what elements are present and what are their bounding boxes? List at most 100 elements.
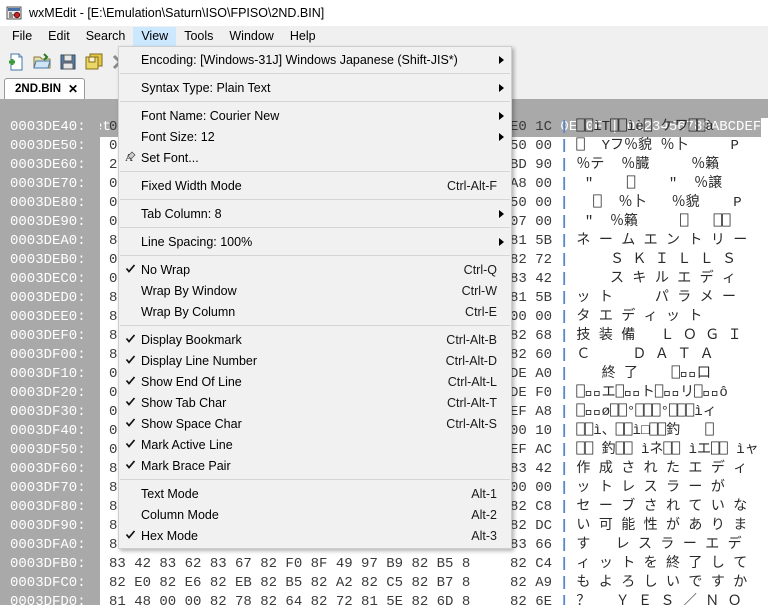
menu-item-encoding-windows-31j-windows-japanese-shift-jis[interactable]: Encoding: [Windows-31J] Windows Japanese…: [119, 49, 511, 70]
menubar-item-window[interactable]: Window: [221, 27, 281, 46]
hex-row-bytes: 81 48 00 00 82 78 82 64 82 72 81 5E 82 6…: [109, 594, 471, 605]
save-all-icon[interactable]: [81, 49, 107, 75]
open-file-icon[interactable]: [29, 49, 55, 75]
tab-2nd-bin[interactable]: 2ND.BIN ✕: [4, 78, 86, 99]
menu-item-show-tab-char[interactable]: Show Tab Char Ctrl-Alt-T: [119, 392, 511, 413]
hex-row-ascii: ⎕ ％卜 ％貌 P: [576, 195, 742, 211]
tab-close-icon[interactable]: ✕: [68, 82, 78, 96]
menubar-item-search[interactable]: Search: [78, 27, 134, 46]
menubar-item-edit[interactable]: Edit: [40, 27, 78, 46]
menu-item-label: Display Bookmark: [141, 332, 242, 347]
hex-row-ascii: ⎕⎕゚ø⎕⎕°⎕⎕⎕°⎕⎕⎕ìィ: [576, 404, 717, 420]
hex-row-ascii: Ｓ Ｋ Ｉ Ｌ Ｌ Ｓ: [576, 252, 737, 268]
menu-item-fixed-width-mode[interactable]: Fixed Width Mode Ctrl-Alt-F: [119, 175, 511, 196]
menu-item-show-end-of-line[interactable]: Show End Of Line Ctrl-Alt-L: [119, 371, 511, 392]
menu-item-line-spacing-100[interactable]: Line Spacing: 100%: [119, 231, 511, 252]
hex-row-bytes-tail: EF A8: [510, 404, 553, 420]
save-file-icon[interactable]: [55, 49, 81, 75]
menu-item-font-size-12[interactable]: Font Size: 12: [119, 126, 511, 147]
hex-row-ascii: ⎕⎕ 釣⎕⎕ ìネ⎕⎕ ìエ⎕⎕ ìャ: [576, 442, 759, 458]
menu-item-shortcut: Ctrl-Alt-S: [446, 416, 497, 431]
hex-row-bytes-tail: 82 6E: [510, 594, 553, 605]
menu-item-display-line-number[interactable]: Display Line Number Ctrl-Alt-D: [119, 350, 511, 371]
hex-row-bytes-tail: 82 C8: [510, 499, 553, 515]
view-dropdown-menu[interactable]: Encoding: [Windows-31J] Windows Japanese…: [118, 46, 512, 549]
menu-item-label: Column Mode: [141, 507, 219, 522]
menu-item-font-name-courier-new[interactable]: Font Name: Courier New: [119, 105, 511, 126]
hex-row[interactable]: 0003DFC0: 82 E0 82 E6 82 EB 82 B5 82 A2 8…: [0, 574, 768, 593]
menu-item-label: Syntax Type: Plain Text: [141, 80, 271, 95]
menu-item-label: Hex Mode: [141, 528, 198, 543]
menubar-item-help[interactable]: Help: [282, 27, 324, 46]
hex-row-separator: |: [560, 347, 569, 363]
hex-row-ascii: ？ Ｙ Ｅ Ｓ ／ Ｎ Ｏ: [576, 594, 742, 605]
hex-row-separator: |: [560, 385, 569, 401]
hex-row-offset: 0003DE40:: [0, 118, 100, 137]
hex-row-bytes-tail: 50 00: [510, 138, 553, 154]
menu-item-label: Mark Brace Pair: [141, 458, 231, 473]
menu-item-show-space-char[interactable]: Show Space Char Ctrl-Alt-S: [119, 413, 511, 434]
menubar-item-view[interactable]: View: [133, 27, 177, 46]
hex-row-separator: |: [560, 271, 569, 287]
menu-item-shortcut: Ctrl-Q: [463, 262, 497, 277]
wxmedit-window: wxMEdit - [E:\Emulation\Saturn\ISO\FPISO…: [0, 0, 768, 605]
new-file-icon[interactable]: [3, 49, 29, 75]
menu-separator: [120, 73, 510, 74]
hex-row-offset: 0003DF90:: [0, 517, 100, 536]
hex-row[interactable]: 0003DFD0: 81 48 00 00 82 78 82 64 82 72 8…: [0, 593, 768, 605]
menu-item-wrap-by-window[interactable]: Wrap By Window Ctrl-W: [119, 280, 511, 301]
menu-item-shortcut: Ctrl-Alt-F: [447, 178, 497, 193]
menu-separator: [120, 325, 510, 326]
menubar-item-tools[interactable]: Tools: [176, 27, 221, 46]
menu-item-text-mode[interactable]: Text Mode Alt-1: [119, 483, 511, 504]
menu-item-label: No Wrap: [141, 262, 191, 277]
hex-row-bytes-tail: 81 5B: [510, 233, 553, 249]
hex-row-separator: |: [560, 309, 569, 325]
menu-item-shortcut: Alt-2: [471, 507, 497, 522]
menu-item-label: Font Name: Courier New: [141, 108, 280, 123]
menu-item-hex-mode[interactable]: Hex Mode Alt-3: [119, 525, 511, 546]
menu-item-wrap-by-column[interactable]: Wrap By Column Ctrl-E: [119, 301, 511, 322]
hex-row[interactable]: 0003DFB0: 83 42 83 62 83 67 82 F0 8F 49 9…: [0, 555, 768, 574]
chevron-right-icon: [499, 83, 504, 92]
hex-row-separator: |: [560, 233, 569, 249]
hex-row-offset: 0003DFC0:: [0, 574, 100, 593]
menu-item-label: Show Tab Char: [141, 395, 227, 410]
hex-row-bytes-tail: 83 42: [510, 461, 553, 477]
menu-item-set-font[interactable]: A Set Font...: [119, 147, 511, 168]
menu-item-shortcut: Ctrl-Alt-B: [446, 332, 497, 347]
menu-item-tab-column-8[interactable]: Tab Column: 8: [119, 203, 511, 224]
hex-row-offset: 0003DEF0:: [0, 327, 100, 346]
hex-row-separator: |: [560, 423, 569, 439]
menu-separator: [120, 171, 510, 172]
menu-separator: [120, 227, 510, 228]
hex-row-offset: 0003DF70:: [0, 479, 100, 498]
menu-item-display-bookmark[interactable]: Display Bookmark Ctrl-Alt-B: [119, 329, 511, 350]
hex-row-ascii: ⎕⎕ìT⎕⎕ìè⎕ ケワ⎕⎕à: [576, 119, 714, 135]
hex-row-ascii: " ％籟 ⎕ ⎕⎕: [576, 214, 731, 230]
hex-row-ascii: ⎕⎕゚エ⎕⎕゚ト⎕⎕゚リ⎕⎕゚ô: [576, 385, 728, 401]
menu-item-mark-brace-pair[interactable]: Mark Brace Pair: [119, 455, 511, 476]
menu-item-syntax-type-plain-text[interactable]: Syntax Type: Plain Text: [119, 77, 511, 98]
menu-item-no-wrap[interactable]: No Wrap Ctrl-Q: [119, 259, 511, 280]
menu-item-label: Set Font...: [141, 150, 199, 165]
menu-item-mark-active-line[interactable]: Mark Active Line: [119, 434, 511, 455]
hex-row-separator: |: [560, 499, 569, 515]
chevron-right-icon: [499, 132, 504, 141]
hex-row-separator: |: [560, 195, 569, 211]
menu-item-column-mode[interactable]: Column Mode Alt-2: [119, 504, 511, 525]
hex-row-offset: 0003DF30:: [0, 403, 100, 422]
menubar-item-file[interactable]: File: [4, 27, 40, 46]
menu-item-shortcut: Ctrl-Alt-D: [445, 353, 497, 368]
menu-item-label: Line Spacing: 100%: [141, 234, 253, 249]
hex-row-ascii: ％テ ％臓 ％籟: [576, 157, 720, 173]
hex-row-ascii: ⎕⎕ì、⎕⎕ì□⎕⎕釣 ⎕: [576, 423, 714, 439]
hex-row-bytes-tail: BD 90: [510, 157, 553, 173]
menu-separator: [120, 199, 510, 200]
hex-row-separator: |: [560, 461, 569, 477]
hex-row-bytes-tail: 07 00: [510, 214, 553, 230]
check-icon: [119, 263, 141, 277]
hex-row-offset: 0003DF00:: [0, 346, 100, 365]
hex-row-ascii: 作 成 さ れ た エ デ ィ: [576, 461, 748, 477]
menu-item-label: Encoding: [Windows-31J] Windows Japanese…: [141, 52, 458, 67]
